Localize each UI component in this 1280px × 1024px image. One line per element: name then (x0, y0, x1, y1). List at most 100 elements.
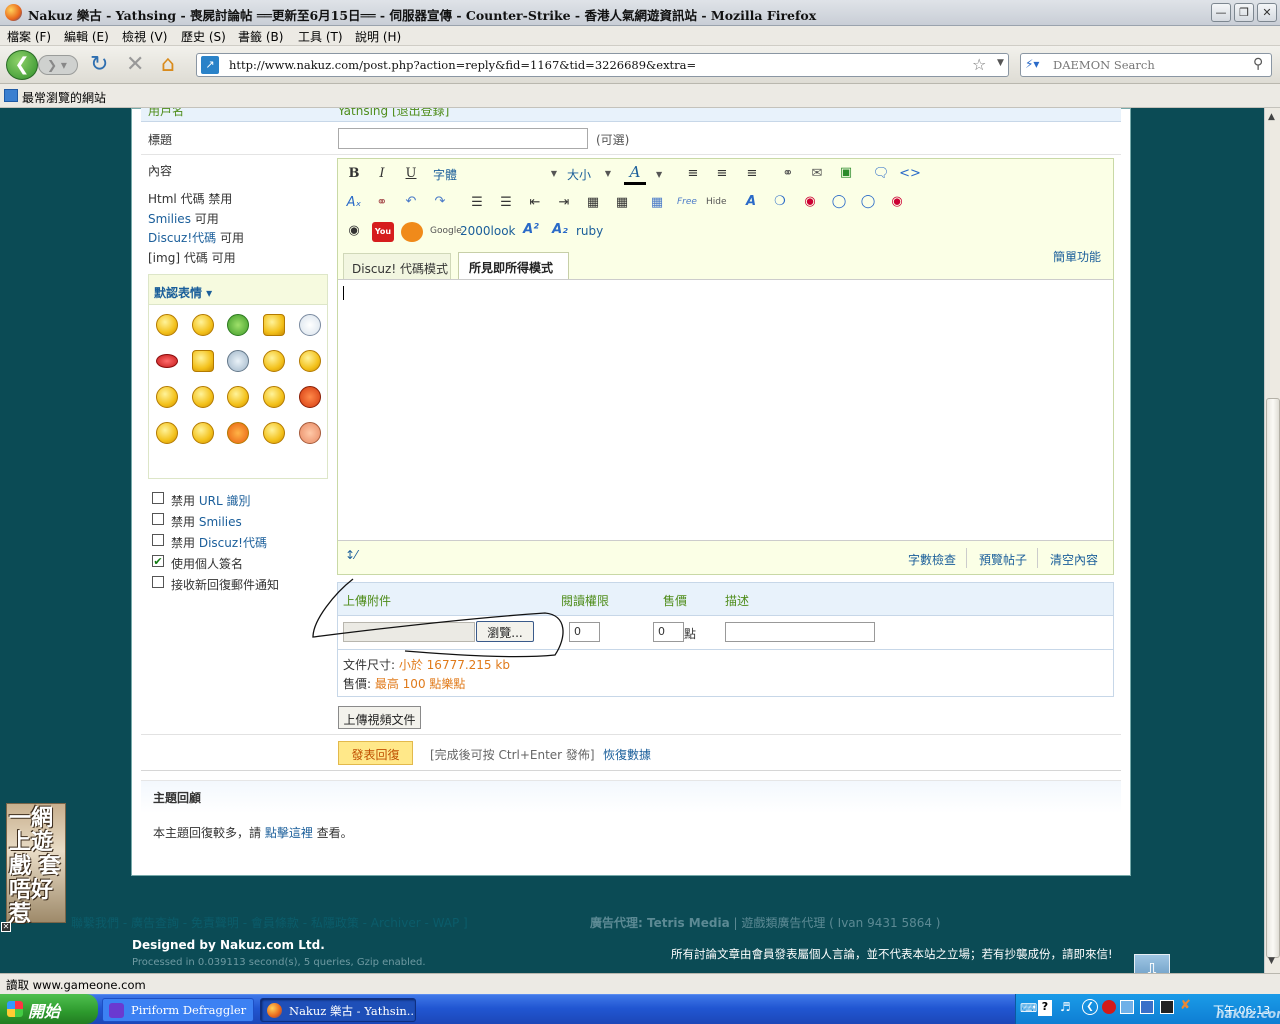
align-left-icon[interactable]: ≡ (682, 166, 704, 181)
subscript-icon[interactable]: A₂ (549, 222, 571, 237)
font-family-select[interactable]: 字體 ▼ (433, 166, 561, 184)
taskbar-defraggler[interactable]: Piriform Defraggler (102, 998, 254, 1022)
description-input[interactable] (725, 622, 875, 642)
subject-input[interactable] (338, 128, 588, 149)
realplayer-icon[interactable]: ◯ (828, 194, 850, 209)
superscript-icon[interactable]: A² (520, 222, 542, 237)
victory-hand-icon[interactable] (263, 314, 285, 336)
clock-icon[interactable] (299, 314, 321, 336)
float-right-icon[interactable]: ▦ (611, 195, 633, 210)
font-style-icon[interactable]: A (740, 194, 762, 209)
qq-icon[interactable]: ◉ (799, 194, 821, 209)
free-tag-button[interactable]: Free (677, 197, 697, 207)
search-engine-icon[interactable]: ⚡▾ (1025, 57, 1039, 71)
angry-icon[interactable] (299, 386, 321, 408)
maximize-button[interactable]: ❐ (1234, 3, 1254, 22)
table-icon[interactable]: ▦ (646, 195, 668, 210)
close-button[interactable]: ✕ (1257, 3, 1277, 22)
tongue-icon[interactable] (156, 386, 178, 408)
scroll-up-icon[interactable]: ▲ (1268, 112, 1275, 122)
scrollbar-thumb[interactable] (1266, 398, 1280, 958)
laugh-icon[interactable] (299, 350, 321, 372)
simple-mode-link[interactable]: 簡單功能 (1053, 248, 1101, 265)
shocked-icon[interactable] (156, 422, 178, 444)
google-icon[interactable]: Google (430, 226, 462, 236)
menu-view[interactable]: 檢視 (V) (122, 28, 167, 45)
tools-icon[interactable]: ✘ (1180, 998, 1191, 1013)
indent-icon[interactable]: ⇥ (553, 195, 575, 210)
monitor-icon[interactable] (1160, 1000, 1174, 1014)
restore-data-link[interactable]: 恢復數據 (603, 746, 651, 763)
preview-post-link[interactable]: 預覽帖子 (979, 551, 1027, 568)
disable-discuz-checkbox[interactable] (152, 534, 164, 546)
tudou-icon[interactable] (401, 222, 423, 242)
underline-button[interactable]: U (400, 166, 422, 181)
media-icon[interactable]: ◯ (857, 194, 879, 209)
disable-url-checkbox[interactable] (152, 492, 164, 504)
sad-icon[interactable] (192, 386, 214, 408)
help-icon[interactable]: ? (1038, 1000, 1052, 1016)
upload-video-button[interactable]: 上傳視頻文件 (338, 706, 421, 729)
menu-history[interactable]: 歷史 (S) (181, 28, 226, 45)
video-icon[interactable]: ◉ (343, 223, 365, 238)
antivirus-icon[interactable] (1102, 1000, 1116, 1014)
email-icon[interactable]: ✉ (806, 166, 828, 181)
align-right-icon[interactable]: ≡ (741, 166, 763, 181)
quote-icon[interactable]: 🗨 (870, 166, 892, 181)
editor-text-area[interactable] (338, 279, 1113, 541)
search-icon[interactable]: ⚲ (1253, 56, 1263, 72)
green-figure-icon[interactable] (227, 314, 249, 336)
remove-format-icon[interactable]: Aₓ (343, 195, 365, 210)
ordered-list-icon[interactable]: ☰ (466, 195, 488, 210)
home-icon[interactable]: ⌂ (161, 52, 175, 77)
smiley-icon[interactable] (156, 314, 178, 336)
resize-editor-icon[interactable]: ↕⁄ (345, 548, 357, 562)
sound-icon[interactable]: ◉ (886, 194, 908, 209)
unlink-icon[interactable]: ⚭ (371, 195, 393, 210)
tab-wysiwyg-mode[interactable]: 所見即所得模式 (458, 252, 569, 280)
image-icon[interactable]: ▣ (835, 165, 857, 180)
search-box[interactable]: ⚡▾ DAEMON Search ⚲ (1020, 53, 1272, 77)
italic-button[interactable]: I (371, 166, 393, 181)
kiss-icon[interactable] (227, 422, 249, 444)
font-color-dropdown-icon[interactable]: ▼ (656, 170, 662, 179)
close-ad-icon[interactable]: ✕ (1, 922, 11, 932)
thinking-icon[interactable] (263, 422, 285, 444)
menu-edit[interactable]: 編輯 (E) (64, 28, 109, 45)
username-value[interactable]: Yathsing [退出登錄] (338, 108, 449, 119)
bookmark-star-icon[interactable]: ☆ (972, 55, 986, 74)
menu-help[interactable]: 說明 (H) (355, 28, 401, 45)
use-signature-checkbox[interactable]: ✔ (152, 555, 164, 567)
2000look-button[interactable]: 2000look (460, 224, 516, 238)
happy-icon[interactable] (227, 386, 249, 408)
clear-content-link[interactable]: 清空內容 (1050, 551, 1098, 568)
disable-smilies-checkbox[interactable] (152, 513, 164, 525)
display-icon[interactable] (1140, 1000, 1154, 1014)
price-input[interactable]: 0 (653, 622, 684, 642)
code-icon[interactable]: <> (899, 166, 921, 181)
tray-arrow-icon[interactable]: ❮ (1082, 999, 1098, 1015)
keyboard-icon[interactable]: ⌨ (1020, 1001, 1037, 1015)
flash-icon[interactable]: ❍ (769, 194, 791, 209)
email-notify-checkbox[interactable] (152, 576, 164, 588)
ruby-button[interactable]: ruby (576, 224, 603, 238)
minimize-button[interactable]: — (1211, 3, 1231, 22)
align-center-icon[interactable]: ≡ (711, 166, 733, 181)
smile-icon[interactable] (263, 350, 285, 372)
font-size-select[interactable]: 大小 ▼ (567, 166, 615, 184)
menu-tools[interactable]: 工具 (T) (298, 28, 343, 45)
embarrassed-icon[interactable] (299, 422, 321, 444)
read-permission-input[interactable]: 0 (569, 622, 600, 642)
unordered-list-icon[interactable]: ☰ (495, 195, 517, 210)
silly-icon[interactable] (192, 422, 214, 444)
youtube-icon[interactable]: You (372, 222, 394, 242)
undo-icon[interactable]: ↶ (400, 194, 422, 209)
footer-links[interactable]: 聯繫我們 - 廣告查詢 - 免責聲明 - 會員條款 - 私隱政策 - Archi… (71, 914, 468, 931)
word-count-link[interactable]: 字數檢查 (908, 551, 956, 568)
menu-file[interactable]: 檔案 (F) (7, 28, 51, 45)
smilies-link[interactable]: Smilies (148, 212, 191, 226)
submit-reply-button[interactable]: 發表回復 (338, 741, 413, 765)
font-color-icon[interactable]: A (624, 163, 646, 185)
url-dropdown-icon[interactable]: ▼ (997, 58, 1004, 68)
tab-code-mode[interactable]: Discuz! 代碼模式 (343, 253, 451, 280)
